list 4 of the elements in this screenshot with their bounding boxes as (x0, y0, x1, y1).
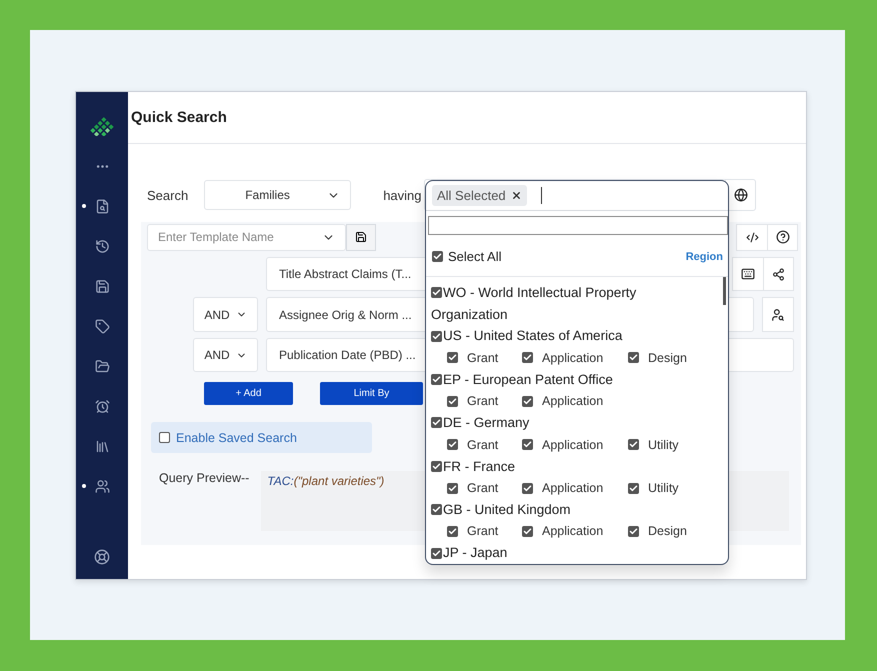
having-label: having (383, 188, 422, 202)
search-label: Search (147, 188, 188, 202)
window-title: Quick Search (131, 109, 227, 126)
query-preview-label: Query Preview-- (159, 471, 250, 487)
